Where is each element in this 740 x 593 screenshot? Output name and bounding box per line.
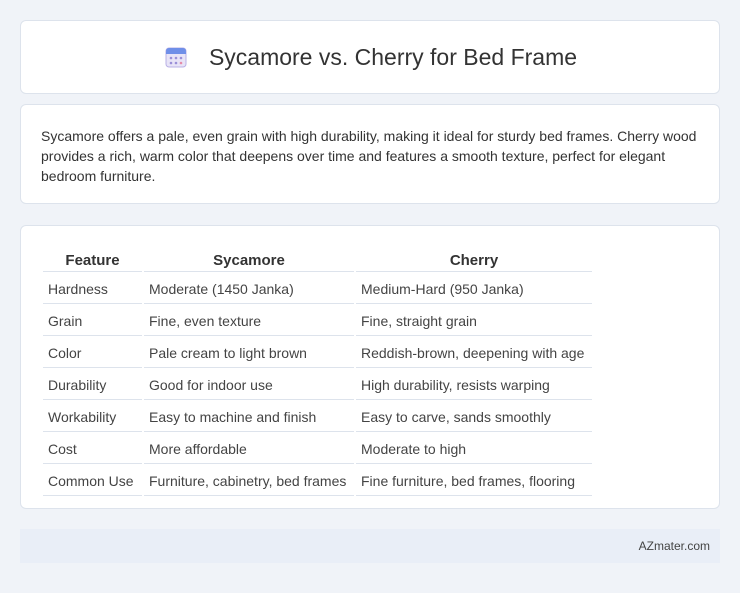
table-cell-cherry: Fine furniture, bed frames, flooring — [356, 466, 592, 496]
column-header-cherry: Cherry — [356, 248, 592, 272]
table-row: Common Use Furniture, cabinetry, bed fra… — [43, 466, 592, 496]
title-card: Sycamore vs. Cherry for Bed Frame — [20, 20, 720, 94]
table-cell-sycamore: Furniture, cabinetry, bed frames — [144, 466, 354, 496]
table-cell-feature: Cost — [43, 434, 142, 464]
table-row: Workability Easy to machine and finish E… — [43, 402, 592, 432]
table-row: Grain Fine, even texture Fine, straight … — [43, 306, 592, 336]
footer-bar: AZmater.com — [20, 529, 720, 563]
table-row: Color Pale cream to light brown Reddish-… — [43, 338, 592, 368]
table-cell-sycamore: Good for indoor use — [144, 370, 354, 400]
footer-site-name: AZmater.com — [638, 539, 710, 553]
table-row: Durability Good for indoor use High dura… — [43, 370, 592, 400]
table-cell-cherry: High durability, resists warping — [356, 370, 592, 400]
summary-text: Sycamore offers a pale, even grain with … — [41, 128, 697, 184]
comparison-table-card: Feature Sycamore Cherry Hardness Moderat… — [20, 225, 720, 509]
page-title: Sycamore vs. Cherry for Bed Frame — [208, 43, 578, 70]
table-header-row: Feature Sycamore Cherry — [43, 248, 592, 272]
table-cell-sycamore: Pale cream to light brown — [144, 338, 354, 368]
table-cell-sycamore: More affordable — [144, 434, 354, 464]
table-cell-sycamore: Easy to machine and finish — [144, 402, 354, 432]
table-row: Hardness Moderate (1450 Janka) Medium-Ha… — [43, 274, 592, 304]
table-cell-feature: Grain — [43, 306, 142, 336]
table-cell-cherry: Easy to carve, sands smoothly — [356, 402, 592, 432]
summary-card: Sycamore offers a pale, even grain with … — [20, 104, 720, 204]
table-cell-sycamore: Moderate (1450 Janka) — [144, 274, 354, 304]
table-cell-cherry: Moderate to high — [356, 434, 592, 464]
column-header-feature: Feature — [43, 248, 142, 272]
table-cell-cherry: Reddish-brown, deepening with age — [356, 338, 592, 368]
table-row: Cost More affordable Moderate to high — [43, 434, 592, 464]
column-header-sycamore: Sycamore — [144, 248, 354, 272]
table-cell-cherry: Fine, straight grain — [356, 306, 592, 336]
page: Sycamore vs. Cherry for Bed Frame Sycamo… — [0, 0, 740, 593]
table-cell-cherry: Medium-Hard (950 Janka) — [356, 274, 592, 304]
table-cell-feature: Common Use — [43, 466, 142, 496]
comparison-table: Feature Sycamore Cherry Hardness Moderat… — [41, 246, 594, 498]
table-cell-feature: Color — [43, 338, 142, 368]
table-cell-sycamore: Fine, even texture — [144, 306, 354, 336]
table-cell-feature: Workability — [43, 402, 142, 432]
table-cell-feature: Durability — [43, 370, 142, 400]
table-cell-feature: Hardness — [43, 274, 142, 304]
calendar-icon — [163, 44, 189, 70]
